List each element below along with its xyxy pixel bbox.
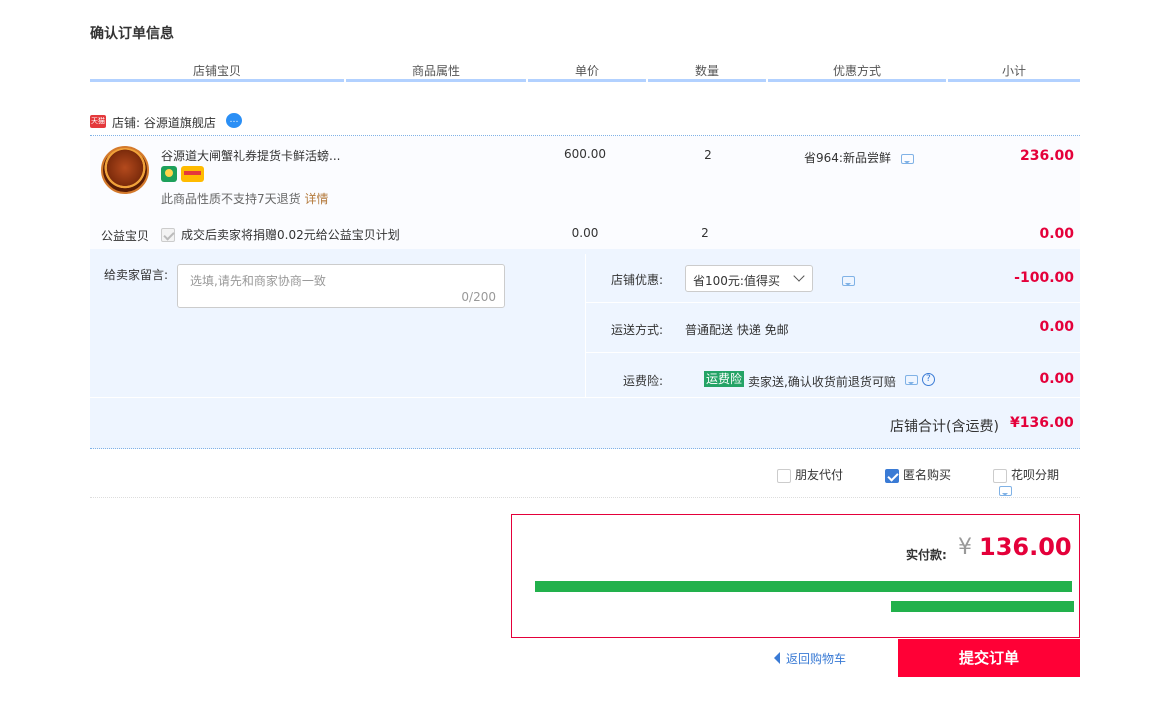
payment-summary: 实付款: ¥ 136.00 (511, 514, 1080, 638)
table-header: 店铺宝贝 商品属性 单价 数量 优惠方式 小计 (90, 60, 1080, 84)
product-name-link[interactable]: 谷源道大闸蟹礼券提货卡鲜活螃... (161, 147, 340, 164)
charity-price: 0.00 (571, 226, 599, 240)
payment-extras: 朋友代付 匿名购买 花呗分期 (90, 460, 1080, 498)
chat-bubble-icon[interactable]: … (226, 113, 242, 128)
seller-message-label: 给卖家留言: (104, 268, 169, 282)
header-unit-price: 单价 (528, 60, 646, 82)
back-to-cart-link[interactable]: 返回购物车 (768, 650, 846, 667)
item-promotion: 省964:新品尝鲜 (804, 149, 914, 166)
page-title: 确认订单信息 (90, 26, 174, 42)
service-badge-icon[interactable] (161, 166, 177, 182)
shop-name-link[interactable]: 店铺: 谷源道旗舰店 (112, 114, 216, 131)
options-divider-h1 (586, 302, 1080, 303)
shop-total-value: ¥136.00 (1010, 415, 1074, 431)
message-icon[interactable] (900, 153, 914, 164)
insurance-label: 运费险: (622, 374, 663, 388)
redacted-recipient (891, 601, 1074, 612)
chevron-down-icon (793, 270, 805, 282)
shipping-value: 0.00 (1039, 319, 1074, 335)
redacted-address (535, 581, 1072, 592)
header-quantity: 数量 (648, 60, 766, 82)
insurance-tag: 运费险 (704, 371, 745, 387)
tmall-logo-icon: 天猫 (90, 115, 106, 128)
header-discount: 优惠方式 (768, 60, 946, 82)
huabei-label: 花呗分期 (1011, 468, 1060, 482)
seller-message-counter: 0/200 (461, 290, 496, 304)
detail-link[interactable]: 详情 (304, 192, 328, 206)
currency-symbol: ¥ (958, 535, 972, 560)
insurance-value: 0.00 (1039, 371, 1074, 387)
item-subtotal: 236.00 (1019, 148, 1074, 164)
seller-message-placeholder: 选填,请先和商家协商一致 (190, 274, 326, 288)
return-arrow-icon (768, 651, 780, 664)
header-attributes: 商品属性 (346, 60, 526, 82)
charity-subtotal: 0.00 (1039, 226, 1074, 242)
shop-row: 天猫 店铺: 谷源道旗舰店 … (90, 112, 1080, 136)
huabei-checkbox[interactable] (993, 468, 1007, 483)
payment-amount: 136.00 (979, 533, 1072, 561)
insurance-text: 卖家送,确认收货前退货可赔 (748, 375, 896, 389)
product-thumbnail[interactable] (101, 146, 149, 194)
back-to-cart-label: 返回购物车 (786, 652, 847, 666)
card-badge-icon[interactable] (181, 166, 204, 182)
help-icon[interactable]: ? (921, 373, 935, 386)
friend-pay-label: 朋友代付 (795, 468, 844, 482)
shipping-label: 运送方式: (610, 323, 663, 337)
options-divider-h2 (586, 352, 1080, 353)
shop-discount-select[interactable]: 省100元:值得买 (685, 265, 813, 292)
header-shop-item: 店铺宝贝 (90, 60, 344, 82)
shop-total-label: 店铺合计(含运费) (890, 419, 999, 435)
anonymous-label: 匿名购买 (903, 468, 952, 482)
shipping-method: 普通配送 快递 免邮 (685, 323, 789, 337)
submit-order-button[interactable]: 提交订单 (898, 639, 1080, 677)
charity-checkbox (161, 227, 175, 242)
payment-label: 实付款: (906, 548, 947, 562)
charity-text: 成交后卖家将捐赠0.02元给公益宝贝计划 (181, 228, 400, 242)
message-icon[interactable] (841, 275, 855, 286)
shop-discount-label: 店铺优惠: (610, 273, 663, 287)
shop-discount-value: -100.00 (1014, 270, 1074, 286)
anonymous-option[interactable]: 匿名购买 (885, 466, 951, 483)
insurance-icons: ? (905, 372, 935, 386)
seller-message-input[interactable]: 选填,请先和商家协商一致 0/200 (177, 264, 505, 308)
message-icon[interactable] (999, 485, 1012, 496)
friend-pay-option[interactable]: 朋友代付 (777, 466, 843, 483)
options-divider-h3 (90, 397, 1080, 398)
item-quantity: 2 (704, 148, 712, 162)
anonymous-checkbox[interactable] (885, 468, 899, 483)
friend-pay-checkbox[interactable] (777, 468, 791, 483)
message-icon[interactable] (905, 374, 918, 385)
huabei-option[interactable]: 花呗分期 (993, 466, 1080, 497)
shop-discount-selected: 省100元:值得买 (693, 274, 780, 288)
charity-quantity: 2 (701, 226, 709, 240)
no-return-text: 此商品性质不支持7天退货 (161, 192, 301, 206)
promotion-text: 省964:新品尝鲜 (804, 151, 891, 165)
charity-label: 公益宝贝 (101, 229, 150, 243)
header-subtotal: 小计 (948, 60, 1080, 82)
item-price: 600.00 (564, 147, 606, 161)
no-return-note: 此商品性质不支持7天退货 详情 (161, 190, 328, 207)
